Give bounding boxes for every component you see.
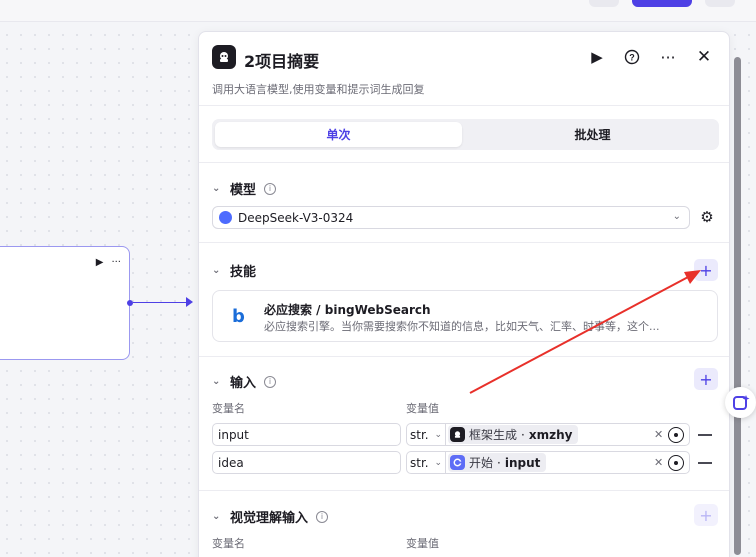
top-bar <box>0 0 756 22</box>
llm-node-icon <box>450 427 465 442</box>
chevron-down-icon: ⌄ <box>212 376 221 387</box>
column-header-value: 变量值 <box>406 402 439 415</box>
connection-edge <box>133 302 191 303</box>
input-section-header[interactable]: ⌄ 输入 i <box>212 372 277 391</box>
variable-picker-icon[interactable] <box>668 426 684 443</box>
divider <box>199 242 729 243</box>
chevron-down-icon: ⌄ <box>434 457 442 468</box>
model-section-title: 模型 <box>230 183 257 198</box>
column-header-value: 变量值 <box>406 537 439 550</box>
model-select[interactable]: DeepSeek-V3-0324 ⌄ <box>212 206 690 229</box>
variable-type-select[interactable]: str. ⌄ <box>406 451 446 474</box>
reference-variable-name: xmzhy <box>528 427 573 442</box>
top-primary-button[interactable] <box>632 0 692 7</box>
question-icon[interactable]: ? <box>621 46 643 68</box>
info-icon[interactable]: i <box>316 510 329 523</box>
reference-node-name: 框架生成 <box>469 428 518 442</box>
close-icon[interactable]: ✕ <box>693 46 715 68</box>
variable-reference-field[interactable]: 框架生成 · xmzhy ✕ <box>446 423 690 446</box>
vision-section-title: 视觉理解输入 <box>230 511 309 526</box>
clear-icon[interactable]: ✕ <box>654 428 663 441</box>
variable-reference-pill[interactable]: 框架生成 · xmzhy <box>448 425 579 444</box>
node-more-icon[interactable]: ··· <box>111 257 121 268</box>
svg-text:?: ? <box>629 53 635 63</box>
variable-type-value: str. <box>410 455 429 470</box>
skill-card[interactable]: b 必应搜索 / bingWebSearch 必应搜索引擎。当你需要搜索你不知道… <box>212 290 718 342</box>
llm-node-icon <box>212 45 236 69</box>
reference-variable-name: input <box>504 455 541 470</box>
divider <box>199 490 729 491</box>
variable-name-input[interactable]: idea <box>212 451 401 474</box>
tab-single[interactable]: 单次 <box>215 122 462 147</box>
add-vision-input-button[interactable]: + <box>694 504 718 526</box>
variable-type-value: str. <box>410 427 429 442</box>
variable-name-input[interactable]: input <box>212 423 401 446</box>
chevron-down-icon: ⌄ <box>434 429 442 440</box>
skill-description: 必应搜索引擎。当你需要搜索你不知道的信息，比如天气、汇率、时事等，这个... <box>264 320 660 333</box>
assistant-float-icon[interactable] <box>725 387 756 418</box>
mode-tabs: 单次 批处理 <box>212 119 719 150</box>
gear-icon[interactable]: ⚙ <box>698 208 716 226</box>
minus-icon[interactable] <box>698 434 712 436</box>
chevron-down-icon: ⌄ <box>672 211 681 222</box>
divider <box>199 162 729 163</box>
model-section-header[interactable]: ⌄ 模型 i <box>212 179 277 198</box>
node-config-panel: 2项目摘要 调用大语言模型,使用变量和提示词生成回复 ▶ ? ··· ✕ 单次 … <box>198 31 730 557</box>
vision-section-header[interactable]: ⌄ 视觉理解输入 i <box>212 507 329 526</box>
edge-arrowhead <box>186 297 193 307</box>
bing-logo-icon: b <box>232 306 245 327</box>
divider <box>199 356 729 357</box>
minus-icon[interactable] <box>698 462 712 464</box>
panel-scrollbar[interactable] <box>734 57 741 555</box>
variable-reference-pill[interactable]: 开始 · input <box>448 453 547 472</box>
column-header-name: 变量名 <box>212 537 245 550</box>
variable-picker-icon[interactable] <box>668 454 684 471</box>
panel-header: 2项目摘要 调用大语言模型,使用变量和提示词生成回复 ▶ ? ··· ✕ <box>199 32 729 106</box>
node-description: 调用大语言模型,使用变量和提示词生成回复 <box>212 83 425 96</box>
top-tertiary-button[interactable] <box>705 0 735 7</box>
deepseek-logo-icon <box>219 211 232 224</box>
skills-section-title: 技能 <box>230 265 257 280</box>
input-section-title: 输入 <box>230 376 257 391</box>
node-title[interactable]: 2项目摘要 <box>244 48 319 72</box>
node-output-port[interactable] <box>127 300 133 306</box>
tab-batch[interactable]: 批处理 <box>469 122 716 147</box>
info-icon[interactable]: i <box>264 375 277 388</box>
more-icon[interactable]: ··· <box>657 46 679 68</box>
start-node-icon <box>450 455 465 470</box>
chevron-down-icon: ⌄ <box>212 511 221 522</box>
skill-name: 必应搜索 / bingWebSearch <box>264 303 431 317</box>
variable-type-select[interactable]: str. ⌄ <box>406 423 446 446</box>
skills-section-header[interactable]: ⌄ 技能 <box>212 261 256 280</box>
top-secondary-button[interactable] <box>589 0 619 7</box>
clear-icon[interactable]: ✕ <box>654 456 663 469</box>
node-run-icon[interactable]: ▶ <box>96 257 104 268</box>
column-header-name: 变量名 <box>212 402 245 415</box>
reference-node-name: 开始 <box>469 456 494 470</box>
chevron-down-icon: ⌄ <box>212 265 221 276</box>
model-select-value: DeepSeek-V3-0324 <box>238 210 354 225</box>
add-skill-button[interactable]: + <box>694 259 718 281</box>
variable-reference-field[interactable]: 开始 · input ✕ <box>446 451 690 474</box>
info-icon[interactable]: i <box>264 182 277 195</box>
play-icon[interactable]: ▶ <box>586 46 608 68</box>
chevron-down-icon: ⌄ <box>212 183 221 194</box>
canvas-node[interactable]: ▶ ··· <box>0 246 130 360</box>
add-input-button[interactable]: + <box>694 368 718 390</box>
